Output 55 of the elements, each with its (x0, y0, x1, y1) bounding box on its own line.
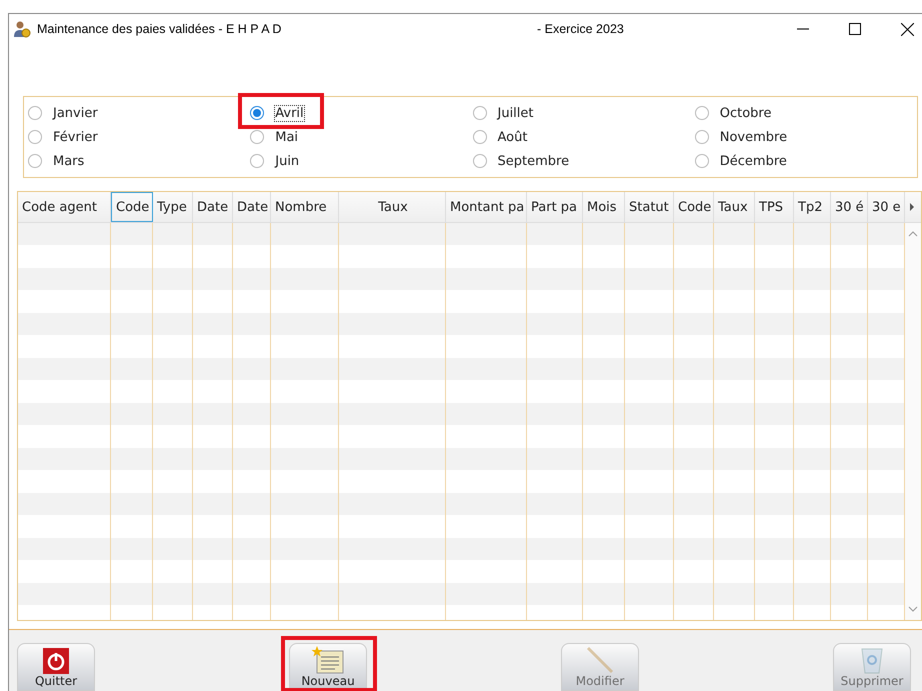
month-radio[interactable]: Février (28, 125, 98, 149)
radio-button[interactable] (250, 130, 264, 144)
new-document-icon (311, 646, 345, 674)
column-header[interactable]: Taux (714, 192, 755, 222)
column-header[interactable]: Type (153, 192, 193, 222)
month-radio[interactable]: Juin (250, 149, 300, 173)
radio-button[interactable] (28, 154, 42, 168)
scroll-down-icon[interactable] (908, 606, 918, 612)
column-header[interactable]: Mois (583, 192, 625, 222)
radio-button[interactable] (28, 106, 42, 120)
month-radio[interactable]: Novembre (694, 125, 788, 149)
month-radio[interactable]: Octobre (694, 101, 772, 125)
month-radio[interactable]: Avril (250, 101, 304, 125)
radio-button[interactable] (694, 106, 709, 120)
column-header[interactable]: Montant pa (446, 192, 527, 222)
user-icon (13, 20, 31, 38)
trash-icon (860, 646, 884, 674)
column-header[interactable]: Nombre (271, 192, 339, 222)
column-header[interactable]: 30 é (831, 192, 868, 222)
power-icon (43, 648, 69, 674)
column-header[interactable]: Part pa (527, 192, 583, 222)
column-header[interactable]: Tp2 (794, 192, 831, 222)
scroll-up-icon[interactable] (908, 231, 918, 237)
window-title: Maintenance des paies validées - E H P A D (37, 22, 282, 36)
radio-button[interactable] (472, 130, 486, 144)
month-radio[interactable]: Août (472, 125, 528, 149)
column-header[interactable]: Statut (625, 192, 674, 222)
radio-button[interactable] (250, 154, 264, 168)
radio-button[interactable] (28, 130, 42, 144)
toolbar-button[interactable]: Nouveau (289, 643, 367, 691)
month-radio[interactable]: Juillet (472, 101, 534, 125)
column-header[interactable]: Date (193, 192, 233, 222)
column-header[interactable]: Code (674, 192, 714, 222)
month-radio[interactable]: Décembre (694, 149, 787, 173)
toolbar-button[interactable]: Quitter (17, 643, 95, 691)
radio-button[interactable] (250, 106, 264, 120)
column-header[interactable]: 30 e (868, 192, 905, 222)
window-subtitle: - Exercice 2023 (537, 22, 624, 36)
month-radio[interactable]: Mars (28, 149, 84, 173)
month-radio[interactable]: Mai (250, 125, 298, 149)
maximize-icon[interactable] (849, 23, 861, 35)
pencil-icon (585, 646, 615, 674)
radio-button[interactable] (472, 154, 486, 168)
column-header[interactable]: Code agent (18, 192, 111, 222)
scroll-right-icon[interactable] (909, 203, 915, 211)
radio-button[interactable] (694, 154, 709, 168)
column-header[interactable]: Taux (339, 192, 446, 222)
radio-button[interactable] (472, 106, 486, 120)
month-radio[interactable]: Septembre (472, 149, 570, 173)
radio-button[interactable] (694, 130, 709, 144)
close-icon[interactable] (901, 22, 914, 36)
column-header[interactable]: Code (111, 192, 153, 222)
column-header[interactable]: Date (233, 192, 271, 222)
month-radio[interactable]: Janvier (28, 101, 98, 125)
column-header[interactable]: TPS (755, 192, 794, 222)
